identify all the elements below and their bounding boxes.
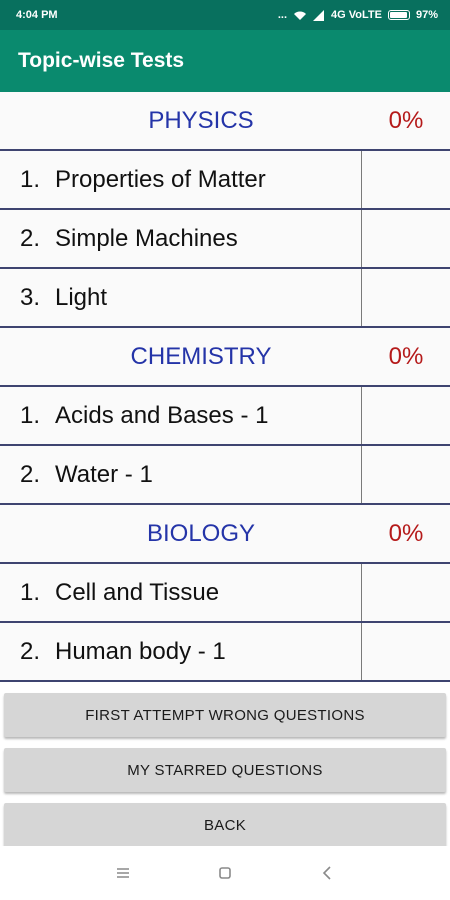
topic-name: Acids and Bases - 1 — [55, 401, 269, 429]
status-bar: 4:04 PM ... 4G VoLTE 97% — [0, 0, 450, 30]
section-percent: 0% — [388, 106, 424, 134]
topic-number: 1. — [20, 401, 41, 429]
topic-row[interactable]: 1. Cell and Tissue — [0, 564, 450, 623]
section-title: BIOLOGY — [146, 519, 256, 547]
topic-name: Cell and Tissue — [55, 578, 220, 606]
topic-score-cell — [362, 269, 450, 326]
topic-name: Light — [55, 283, 108, 311]
back-button[interactable]: BACK — [4, 803, 446, 847]
section-title: PHYSICS — [148, 106, 254, 134]
section-percent: 0% — [388, 519, 424, 547]
action-buttons: FIRST ATTEMPT WRONG QUESTIONS MY STARRED… — [0, 693, 450, 858]
topic-row[interactable]: 3. Light — [0, 269, 450, 328]
wifi-icon — [293, 10, 307, 21]
topic-name: Simple Machines — [55, 224, 238, 252]
topic-score-cell — [362, 446, 450, 503]
topic-number: 2. — [20, 224, 41, 252]
topic-name: Properties of Matter — [55, 165, 266, 193]
topic-row[interactable]: 2. Simple Machines — [0, 210, 450, 269]
home-icon[interactable] — [210, 858, 240, 888]
topic-row[interactable]: 2. Human body - 1 — [0, 623, 450, 682]
topic-list: PHYSICS 0% 1. Properties of Matter 2. Si… — [0, 92, 450, 682]
signal-icon — [313, 9, 325, 21]
battery-icon — [387, 10, 410, 20]
battery-percent: 97% — [415, 9, 438, 21]
menu-icon[interactable] — [108, 858, 138, 888]
section-title: CHEMISTRY — [130, 342, 272, 370]
topic-row[interactable]: 1. Acids and Bases - 1 — [0, 387, 450, 446]
topic-score-cell — [362, 623, 450, 680]
section-header-physics: PHYSICS 0% — [0, 92, 450, 151]
topic-number: 1. — [20, 165, 41, 193]
starred-questions-button[interactable]: MY STARRED QUESTIONS — [4, 748, 446, 792]
topic-number: 1. — [20, 578, 41, 606]
topic-score-cell — [362, 151, 450, 208]
system-nav-bar — [0, 846, 450, 900]
status-time: 4:04 PM — [16, 9, 58, 21]
topic-score-cell — [362, 387, 450, 444]
topic-row[interactable]: 2. Water - 1 — [0, 446, 450, 505]
topic-score-cell — [362, 564, 450, 621]
dots-icon: ... — [277, 9, 288, 21]
topic-score-cell — [362, 210, 450, 267]
topic-number: 2. — [20, 460, 41, 488]
network-label: 4G VoLTE — [331, 9, 382, 21]
topic-number: 2. — [20, 637, 41, 665]
topic-row[interactable]: 1. Properties of Matter — [0, 151, 450, 210]
page-title: Topic-wise Tests — [18, 49, 185, 72]
section-percent: 0% — [388, 342, 424, 370]
back-nav-icon[interactable] — [312, 858, 342, 888]
app-bar: Topic-wise Tests — [0, 30, 450, 92]
status-icons: ... 4G VoLTE 97% — [278, 9, 438, 21]
section-header-biology: BIOLOGY 0% — [0, 505, 450, 564]
topic-name: Human body - 1 — [55, 637, 226, 665]
topic-number: 3. — [20, 283, 41, 311]
first-attempt-wrong-button[interactable]: FIRST ATTEMPT WRONG QUESTIONS — [4, 693, 446, 737]
section-header-chemistry: CHEMISTRY 0% — [0, 328, 450, 387]
topic-name: Water - 1 — [55, 460, 153, 488]
